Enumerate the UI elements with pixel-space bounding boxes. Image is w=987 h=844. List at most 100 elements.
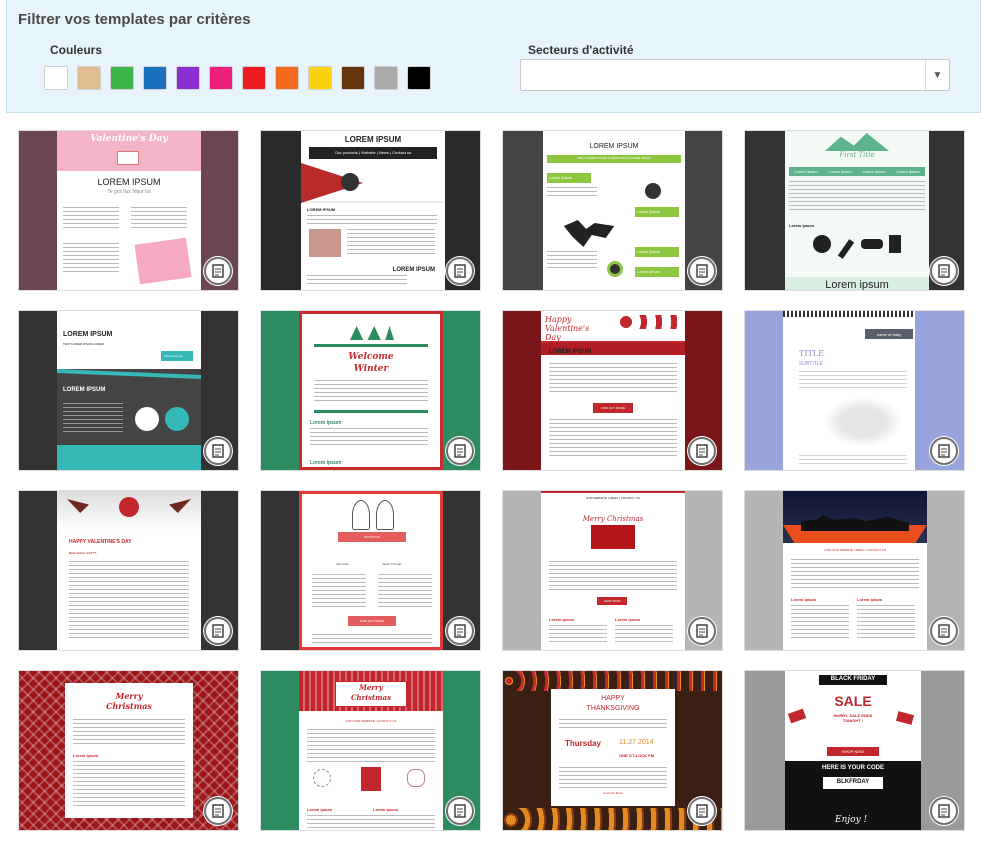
template-3-bar: TEXT LOREM IPSUM LOREM IPSUM LOREM IPSUM	[577, 156, 651, 160]
template-card-3[interactable]: LOREM IPSUM TEXT LOREM IPSUM LOREM IPSUM…	[502, 130, 723, 291]
color-swatch-green[interactable]	[110, 66, 134, 90]
template-3-btn3: Lorem ipsum	[635, 247, 679, 257]
color-swatch-yellow[interactable]	[308, 66, 332, 90]
template-16-badge: BLACK FRIDAY	[819, 675, 887, 685]
template-3-btn2: Lorem ipsum	[635, 207, 679, 217]
template-14-title1: Merry	[359, 683, 383, 692]
template-6-section2: Lorem ipsum	[310, 460, 342, 466]
preview-button[interactable]	[446, 257, 474, 285]
template-16-btn: SHOP NOW	[827, 747, 879, 756]
template-13-title2: Christmas	[106, 701, 152, 711]
document-icon	[454, 804, 466, 818]
color-swatch-brown[interactable]	[341, 66, 365, 90]
template-card-8[interactable]: name of baby TITLE SUBTITLE	[744, 310, 965, 471]
template-7-btn: FIND OUT MORE	[593, 403, 633, 413]
template-7-heading: LOREM IPSUM	[549, 349, 592, 355]
template-card-1[interactable]: Valentine's Day LOREM IPSUM Te gris llux…	[18, 130, 239, 291]
color-swatches	[44, 66, 431, 90]
template-4-col2: Lorem ipsum	[828, 169, 852, 174]
template-card-6[interactable]: Welcome Winter Lorem ipsum Lorem ipsum	[260, 310, 481, 471]
color-swatch-blue[interactable]	[143, 66, 167, 90]
color-swatch-purple[interactable]	[176, 66, 200, 90]
template-8-badge: name of baby	[865, 329, 913, 339]
preview-button[interactable]	[930, 437, 958, 465]
template-3-btn1: Lorem ipsum	[547, 173, 591, 183]
template-11-col2: Lorem ipsum	[615, 617, 641, 622]
template-5-heading2: LOREM IPSUM	[63, 387, 106, 393]
document-icon	[212, 444, 224, 458]
document-icon	[454, 444, 466, 458]
template-11-nav: OUR WEBSITE | MENU | CONTACT US	[586, 496, 640, 500]
template-2-heading: LOREM IPSUM	[307, 207, 336, 212]
template-11-btn: SHOP NOW	[597, 597, 627, 605]
preview-button[interactable]	[204, 617, 232, 645]
chevron-down-icon[interactable]: ▼	[925, 60, 949, 90]
template-16-sign: Enjoy !	[835, 815, 868, 825]
preview-button[interactable]	[204, 797, 232, 825]
template-4-title: First Title	[839, 151, 875, 159]
template-4-col4: Lorem ipsum	[896, 169, 920, 174]
template-7-title: Happy Valentine's Day	[545, 315, 590, 342]
preview-button[interactable]	[446, 617, 474, 645]
preview-button[interactable]	[204, 437, 232, 465]
sectors-select[interactable]: ▼	[520, 59, 950, 91]
preview-button[interactable]	[688, 437, 716, 465]
color-swatch-black[interactable]	[407, 66, 431, 90]
template-card-9[interactable]: HAPPY VALENTINE'S DAY Dear Futurs Ch???,	[18, 490, 239, 651]
document-icon	[212, 264, 224, 278]
template-card-7[interactable]: Happy Valentine's Day LOREM IPSUM FIND O…	[502, 310, 723, 471]
template-10-name1: John Doe	[336, 562, 349, 566]
color-swatch-grey[interactable]	[374, 66, 398, 90]
template-6-section1: Lorem ipsum	[310, 420, 342, 426]
preview-button[interactable]	[688, 797, 716, 825]
template-card-4[interactable]: First Title Lorem ipsum Lorem ipsum Lore…	[744, 130, 965, 291]
template-14-col1: Lorem ipsum	[307, 807, 333, 812]
document-icon	[696, 804, 708, 818]
template-16-code-label: HERE IS YOUR CODE	[822, 765, 884, 771]
document-icon	[212, 624, 224, 638]
preview-button[interactable]	[688, 617, 716, 645]
preview-button[interactable]	[930, 617, 958, 645]
preview-button[interactable]	[688, 257, 716, 285]
document-icon	[696, 264, 708, 278]
preview-button[interactable]	[446, 797, 474, 825]
template-card-15[interactable]: HAPPY THANKSGIVING Thursday 11.27.2014 O…	[502, 670, 723, 831]
template-card-16[interactable]: BLACK FRIDAY SALE HURRY, SALE ENDS TONIG…	[744, 670, 965, 831]
document-icon	[454, 624, 466, 638]
color-swatch-beige[interactable]	[77, 66, 101, 90]
color-swatch-orange[interactable]	[275, 66, 299, 90]
template-15-title2: THANKSGIVING	[586, 705, 640, 712]
document-icon	[938, 804, 950, 818]
template-16-title: SALE	[834, 693, 872, 709]
filter-title: Filtrer vos templates par critères	[18, 11, 251, 28]
template-14-col2: Lorem ipsum	[373, 807, 399, 812]
template-15-time: ONE O'CLOCK PM	[619, 753, 655, 758]
document-icon	[454, 264, 466, 278]
preview-button[interactable]	[930, 797, 958, 825]
template-card-12[interactable]: VISIT OUR WEBSITE | MENU | CONTACT US Lo…	[744, 490, 965, 651]
template-5-title: LOREM IPSUM	[63, 331, 113, 338]
template-card-2[interactable]: LOREM IPSUM Our products | Website | New…	[260, 130, 481, 291]
preview-button[interactable]	[446, 437, 474, 465]
template-16-sub: HURRY, SALE ENDS TONIGHT !	[833, 713, 873, 723]
preview-button[interactable]	[204, 257, 232, 285]
preview-button[interactable]	[930, 257, 958, 285]
filter-panel: Filtrer vos templates par critères Coule…	[6, 0, 981, 113]
template-10-btn: FIND OUT MORE	[348, 616, 396, 626]
template-16-code: BLKFRDAY	[823, 777, 883, 789]
template-14-nav: VISIT OUR WEBSITE | CONTACT US	[345, 719, 397, 723]
sectors-label: Secteurs d'activité	[528, 43, 634, 57]
template-3-title: LOREM IPSUM	[589, 143, 639, 150]
template-card-11[interactable]: OUR WEBSITE | MENU | CONTACT US Merry Ch…	[502, 490, 723, 651]
color-swatch-pink[interactable]	[209, 66, 233, 90]
template-card-14[interactable]: Merry Christmas VISIT OUR WEBSITE | CONT…	[260, 670, 481, 831]
template-6-title2: Winter	[353, 364, 389, 374]
template-4-label: Lorem ipsum	[789, 223, 815, 228]
template-card-10[interactable]: INVITATION John Doe Sarah Thomas FIND OU…	[260, 490, 481, 651]
color-swatch-red[interactable]	[242, 66, 266, 90]
color-swatch-white[interactable]	[44, 66, 68, 90]
template-4-col1: Lorem ipsum	[794, 169, 818, 174]
template-card-5[interactable]: LOREM IPSUM TEXT LOREM IPSUM LOREM Find …	[18, 310, 239, 471]
template-card-13[interactable]: Merry Christmas Lorem ipsum	[18, 670, 239, 831]
document-icon	[938, 264, 950, 278]
